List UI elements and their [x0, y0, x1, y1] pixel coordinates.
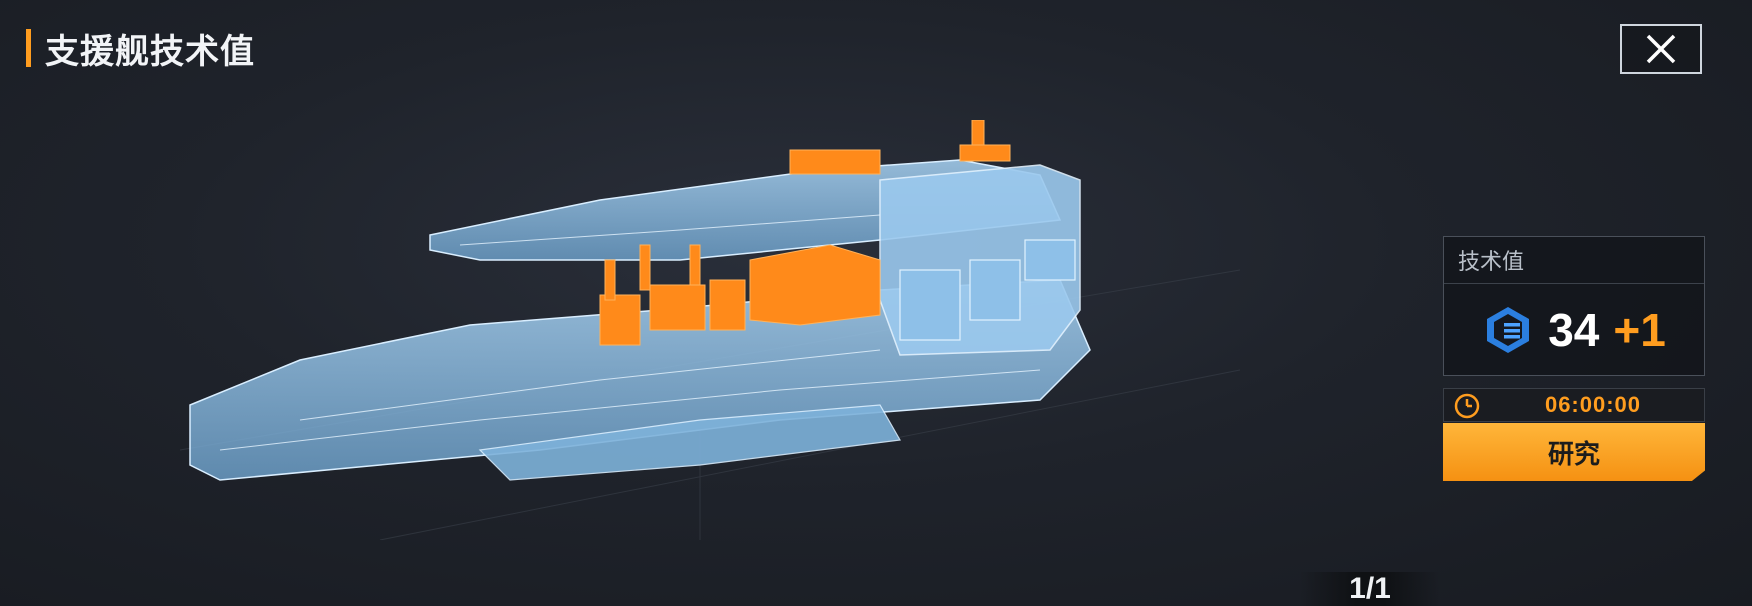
research-button[interactable]: 研究 — [1443, 423, 1705, 481]
clock-icon — [1454, 393, 1480, 419]
support-ship-hologram — [180, 120, 1240, 540]
close-icon — [1646, 34, 1676, 64]
research-button-label: 研究 — [1547, 438, 1600, 469]
tech-value-icon — [1487, 307, 1530, 353]
tech-value-bonus: +1 — [1613, 304, 1666, 356]
page-indicator-text: 1/1 — [1349, 572, 1391, 605]
page-header: 支援舰技术值 — [26, 28, 255, 71]
research-time: 06:00:00 — [1544, 392, 1642, 417]
close-button[interactable] — [1620, 24, 1702, 74]
tech-value-number: 34 — [1548, 304, 1600, 356]
research-timer: 06:00:00 — [1443, 388, 1705, 422]
title-accent-bar — [26, 29, 31, 67]
page-title: 支援舰技术值 — [45, 32, 255, 71]
tech-value-label: 技术值 — [1458, 249, 1525, 274]
tech-value-panel: 技术值 34 +1 — [1443, 236, 1705, 376]
tech-value-header: 技术值 — [1444, 237, 1704, 284]
tech-value-body: 34 +1 — [1444, 284, 1704, 376]
page-indicator: 1/1 — [1300, 572, 1440, 606]
